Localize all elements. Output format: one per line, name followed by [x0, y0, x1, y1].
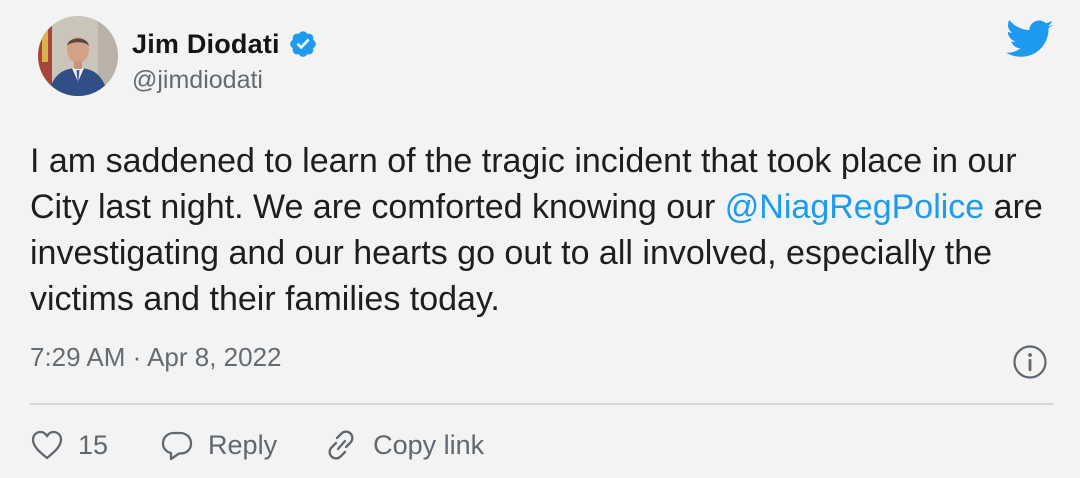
copy-link-label: Copy link: [373, 429, 485, 460]
divider: [30, 403, 1054, 405]
like-count: 15: [78, 429, 109, 460]
author-handle[interactable]: @jimdiodati: [132, 66, 318, 95]
speech-bubble-icon: [160, 429, 194, 461]
twitter-bird-icon[interactable]: [1006, 20, 1054, 60]
author-block[interactable]: Jim Diodati @jimdiodati: [132, 24, 318, 95]
tweet-timestamp[interactable]: 7:29 AM · Apr 8, 2022: [30, 342, 282, 373]
author-name[interactable]: Jim Diodati: [132, 29, 280, 60]
tweet-text: I am saddened to learn of the tragic inc…: [30, 138, 1050, 322]
info-icon[interactable]: [1012, 344, 1048, 380]
link-icon: [323, 428, 359, 462]
name-row: Jim Diodati: [132, 24, 318, 64]
like-button[interactable]: 15: [30, 429, 108, 461]
heart-icon: [30, 429, 64, 461]
copy-link-button[interactable]: Copy link: [323, 428, 484, 462]
avatar[interactable]: [38, 16, 118, 96]
mention-link[interactable]: @NiagRegPolice: [725, 188, 984, 226]
reply-button[interactable]: Reply: [160, 429, 277, 461]
verified-badge-icon: [288, 29, 318, 59]
reply-label: Reply: [208, 429, 278, 460]
action-bar: 15 Reply Copy link: [30, 424, 484, 466]
tweet-card: Jim Diodati @jimdiodati I am saddened to…: [0, 0, 1080, 478]
